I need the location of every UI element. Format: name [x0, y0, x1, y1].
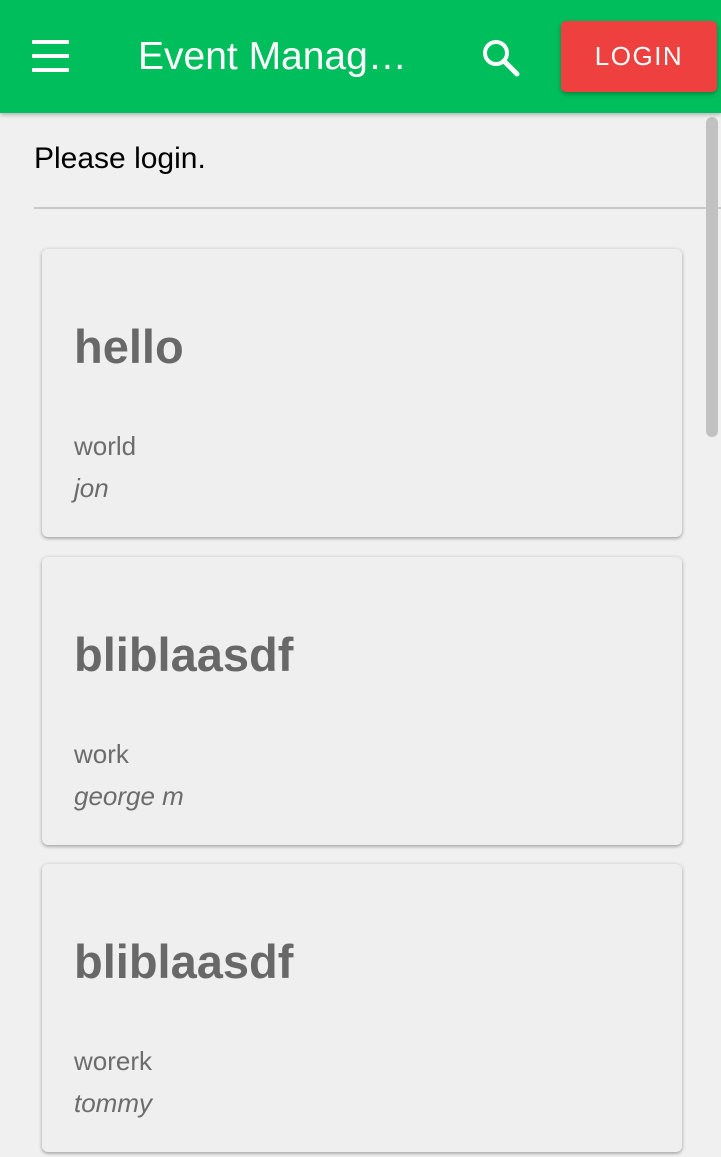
hamburger-line [32, 68, 69, 72]
divider [34, 207, 721, 209]
event-description: world [74, 431, 137, 461]
menu-button[interactable] [24, 34, 74, 80]
event-title: bliblaasdf [74, 935, 294, 988]
event-author: jon [74, 473, 109, 503]
event-card[interactable]: bliblaasdf worerk tommy [42, 864, 682, 1152]
hamburger-menu-icon [32, 40, 69, 44]
hamburger-line [32, 54, 69, 58]
event-card[interactable]: hello world jon [42, 249, 682, 537]
search-button[interactable] [474, 32, 528, 84]
event-description: worerk [74, 1046, 153, 1076]
event-title: hello [74, 320, 184, 373]
event-author: tommy [74, 1088, 152, 1118]
app-title: Event Management [138, 35, 408, 78]
event-author: george m [74, 781, 184, 811]
app-bar: Event Management LOGIN [0, 0, 721, 113]
search-icon [483, 40, 520, 77]
login-button[interactable]: LOGIN [561, 21, 717, 92]
event-description: work [74, 739, 129, 769]
scrollbar-thumb[interactable] [706, 117, 718, 437]
main-content: Please login. hello world jon bliblaasdf… [0, 113, 721, 1157]
event-title: bliblaasdf [74, 628, 294, 681]
login-message: Please login. [34, 142, 206, 175]
event-card[interactable]: bliblaasdf work george m [42, 557, 682, 845]
